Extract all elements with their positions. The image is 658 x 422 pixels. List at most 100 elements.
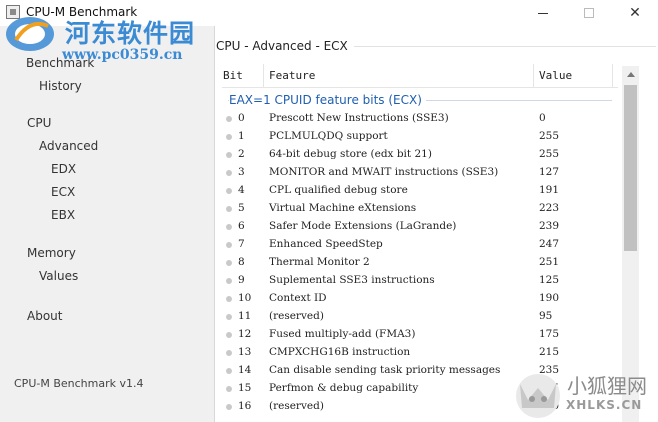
column-divider[interactable]	[533, 64, 534, 88]
main-panel: CPU - Advanced - ECX Bit Feature Value E…	[216, 26, 658, 422]
value-cell: 95	[539, 310, 553, 322]
value-cell: 255	[539, 148, 560, 160]
table-row[interactable]: 11 (reserved) 95	[222, 308, 618, 326]
sidebar-item-ebx[interactable]: EBX	[51, 208, 75, 222]
watermark-site-name: 河东软件园	[65, 19, 196, 48]
bit-cell: 11	[238, 310, 252, 322]
table-row[interactable]: 9 Suplemental SSE3 instructions 125	[222, 272, 618, 290]
bit-cell: 12	[238, 328, 252, 340]
bullet-icon	[226, 368, 232, 374]
bullet-icon	[226, 134, 232, 140]
table-row[interactable]: 6 Safer Mode Extensions (LaGrande) 239	[222, 218, 618, 236]
feature-cell: Perfmon & debug capability	[269, 382, 419, 394]
feature-cell: Enhanced SpeedStep	[269, 238, 383, 250]
bullet-icon	[226, 206, 232, 212]
table-row[interactable]: 0 Prescott New Instructions (SSE3) 0	[222, 110, 618, 128]
close-icon: ✕	[629, 5, 641, 21]
minimize-icon	[538, 12, 548, 14]
bullet-icon	[226, 278, 232, 284]
bit-cell: 5	[238, 202, 245, 214]
value-cell: 247	[539, 238, 560, 250]
sidebar-item-edx[interactable]: EDX	[51, 162, 76, 176]
bit-cell: 16	[238, 400, 252, 412]
feature-cell: CMPXCHG16B instruction	[269, 346, 411, 358]
bit-cell: 2	[238, 148, 245, 160]
column-header-value[interactable]: Value	[539, 69, 572, 89]
sidebar-item-memory[interactable]: Memory	[27, 246, 76, 260]
bit-cell: 6	[238, 220, 245, 232]
feature-cell: (reserved)	[269, 310, 324, 322]
table-row[interactable]: 8 Thermal Monitor 2 251	[222, 254, 618, 272]
scroll-up-icon[interactable]	[622, 66, 639, 83]
watermark-bottom-url: XHLKS.CN	[566, 398, 643, 412]
sidebar-item-history[interactable]: History	[39, 79, 82, 93]
bit-cell: 4	[238, 184, 245, 196]
feature-cell: Virtual Machine eXtensions	[269, 202, 417, 214]
feature-cell: 64-bit debug store (edx bit 21)	[269, 148, 432, 160]
value-cell: 175	[539, 328, 560, 340]
table-row[interactable]: 1 PCLMULQDQ support 255	[222, 128, 618, 146]
column-header-feature[interactable]: Feature	[269, 69, 315, 89]
bullet-icon	[226, 188, 232, 194]
feature-cell: Context ID	[269, 292, 327, 304]
feature-cell: Can disable sending task priority messag…	[269, 364, 501, 376]
maximize-icon	[584, 8, 594, 18]
bullet-icon	[226, 404, 232, 410]
feature-cell: CPL qualified debug store	[269, 184, 408, 196]
sidebar-item-ecx[interactable]: ECX	[51, 185, 75, 199]
scroll-thumb[interactable]	[624, 85, 637, 251]
sidebar: Benchmark History CPU Advanced EDX ECX E…	[0, 26, 215, 422]
feature-cell: Fused multiply-add (FMA3)	[269, 328, 416, 340]
feature-cell: Prescott New Instructions (SSE3)	[269, 112, 449, 124]
value-cell: 255	[539, 130, 560, 142]
bit-cell: 7	[238, 238, 245, 250]
feature-cell: Thermal Monitor 2	[269, 256, 370, 268]
sidebar-item-cpu[interactable]: CPU	[27, 116, 51, 130]
watermark-site-url: www.pc0359.cn	[62, 47, 183, 63]
sidebar-item-advanced[interactable]: Advanced	[39, 139, 98, 153]
bullet-icon	[226, 242, 232, 248]
feature-cell: PCLMULQDQ support	[269, 130, 388, 142]
column-header-bit[interactable]: Bit	[223, 69, 243, 89]
table-row[interactable]: 4 CPL qualified debug store 191	[222, 182, 618, 200]
bullet-icon	[226, 386, 232, 392]
bit-cell: 14	[238, 364, 252, 376]
watermark-bottom-name: 小狐狸网	[567, 374, 647, 398]
table-row[interactable]: 3 MONITOR and MWAIT instructions (SSE3) 12…	[222, 164, 618, 182]
value-cell: 127	[539, 166, 560, 178]
bullet-icon	[226, 152, 232, 158]
section-header: EAX=1 CPUID feature bits (ECX)	[229, 93, 426, 107]
table-row[interactable]: 7 Enhanced SpeedStep 247	[222, 236, 618, 254]
bullet-icon	[226, 314, 232, 320]
sidebar-item-values[interactable]: Values	[39, 269, 78, 283]
feature-cell: (reserved)	[269, 400, 324, 412]
column-divider[interactable]	[263, 64, 264, 88]
close-button[interactable]: ✕	[612, 0, 658, 26]
bit-cell: 0	[238, 112, 245, 124]
value-cell: 190	[539, 292, 560, 304]
value-cell: 215	[539, 346, 560, 358]
table-row[interactable]: 5 Virtual Machine eXtensions 223	[222, 200, 618, 218]
value-cell: 223	[539, 202, 560, 214]
value-cell: 125	[539, 274, 560, 286]
version-label: CPU-M Benchmark v1.4	[14, 377, 144, 390]
feature-cell: Safer Mode Extensions (LaGrande)	[269, 220, 457, 232]
maximize-button[interactable]	[566, 0, 612, 26]
column-divider[interactable]	[612, 64, 613, 88]
table-row[interactable]: 2 64-bit debug store (edx bit 21) 255	[222, 146, 618, 164]
bullet-icon	[226, 116, 232, 122]
bit-cell: 1	[238, 130, 245, 142]
bullet-icon	[226, 260, 232, 266]
minimize-button[interactable]	[520, 0, 566, 26]
table-row[interactable]: 12 Fused multiply-add (FMA3) 175	[222, 326, 618, 344]
table-row[interactable]: 13 CMPXCHG16B instruction 215	[222, 344, 618, 362]
feature-cell: MONITOR and MWAIT instructions (SSE3)	[269, 166, 499, 178]
bullet-icon	[226, 296, 232, 302]
feature-cell: Suplemental SSE3 instructions	[269, 274, 435, 286]
page-title: CPU - Advanced - ECX	[216, 39, 354, 53]
sidebar-item-about[interactable]: About	[27, 309, 62, 323]
table-row[interactable]: 10 Context ID 190	[222, 290, 618, 308]
bit-cell: 13	[238, 346, 252, 358]
bit-cell: 10	[238, 292, 252, 304]
value-cell: 239	[539, 220, 560, 232]
